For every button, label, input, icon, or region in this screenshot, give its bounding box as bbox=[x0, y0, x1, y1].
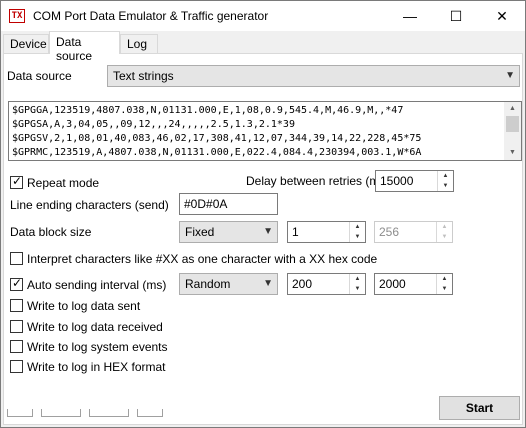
close-button[interactable]: ✕ bbox=[479, 1, 525, 31]
spin-down-icon: ▼ bbox=[441, 234, 448, 240]
auto-send-mode-select[interactable]: Random ▼ bbox=[179, 273, 278, 295]
spin-down-icon[interactable]: ▼ bbox=[437, 284, 452, 294]
spin-down-icon[interactable]: ▼ bbox=[438, 181, 453, 191]
data-source-label: Data source bbox=[7, 69, 72, 83]
block-size-label: Data block size bbox=[10, 225, 92, 239]
log-data-received-checkbox[interactable] bbox=[10, 320, 23, 333]
spin-down-icon[interactable]: ▼ bbox=[350, 284, 365, 294]
text-strings-memo[interactable]: $GPGGA,123519,4807.038,N,01131.000,E,1,0… bbox=[8, 101, 522, 161]
interpret-chars-label: Interpret characters like #XX as one cha… bbox=[27, 252, 378, 266]
log-hex-format-label: Write to log in HEX format bbox=[27, 360, 166, 374]
scroll-down-icon[interactable]: ▼ bbox=[504, 146, 521, 160]
spin-up-icon: ▲ bbox=[441, 224, 448, 230]
block-size-max-stepper: ▲ ▼ bbox=[436, 222, 452, 242]
block-size-input[interactable]: 1 ▲ ▼ bbox=[287, 221, 366, 243]
spin-up-icon[interactable]: ▲ bbox=[438, 171, 453, 181]
interpret-chars-checkbox[interactable] bbox=[10, 252, 23, 265]
text-line: $GPGSV,2,1,08,01,40,083,46,02,17,308,41,… bbox=[12, 133, 422, 144]
line-ending-label: Line ending characters (send) bbox=[10, 198, 169, 212]
line-ending-value: #0D#0A bbox=[184, 197, 228, 211]
status-segment bbox=[7, 409, 33, 417]
chevron-down-icon: ▼ bbox=[505, 70, 515, 81]
app-icon: TX bbox=[9, 9, 25, 23]
start-button[interactable]: Start bbox=[439, 396, 520, 420]
spin-down-icon[interactable]: ▼ bbox=[350, 232, 365, 242]
auto-send-min-value: 200 bbox=[292, 277, 313, 291]
auto-send-checkbox[interactable]: ✓ bbox=[10, 276, 23, 291]
title-bar: TX COM Port Data Emulator & Traffic gene… bbox=[1, 1, 525, 31]
repeat-mode-label: Repeat mode bbox=[27, 176, 100, 190]
block-size-max-value: 256 bbox=[379, 225, 400, 239]
auto-send-max-value: 2000 bbox=[379, 277, 406, 291]
status-segment bbox=[137, 409, 163, 417]
data-source-value: Text strings bbox=[113, 69, 174, 83]
check-icon: ✓ bbox=[12, 276, 23, 290]
log-hex-format-checkbox[interactable] bbox=[10, 360, 23, 373]
spin-up-icon[interactable]: ▲ bbox=[350, 274, 365, 284]
tab-log[interactable]: Log bbox=[120, 34, 158, 53]
chevron-down-icon: ▼ bbox=[263, 226, 273, 237]
status-segment bbox=[89, 409, 129, 417]
block-size-stepper[interactable]: ▲ ▼ bbox=[349, 222, 365, 242]
log-system-events-label: Write to log system events bbox=[27, 340, 168, 354]
spin-up-icon[interactable]: ▲ bbox=[437, 274, 452, 284]
memo-scrollbar[interactable]: ▲ ▼ bbox=[504, 102, 521, 160]
tab-strip: Device Data source Log bbox=[1, 31, 525, 63]
check-icon: ✓ bbox=[12, 174, 23, 188]
delay-stepper[interactable]: ▲ ▼ bbox=[437, 171, 453, 191]
delay-label: Delay between retries (ms) bbox=[246, 174, 390, 188]
delay-input[interactable]: 15000 ▲ ▼ bbox=[375, 170, 454, 192]
log-data-sent-checkbox[interactable] bbox=[10, 299, 23, 312]
line-ending-input[interactable]: #0D#0A bbox=[179, 193, 278, 215]
log-system-events-checkbox[interactable] bbox=[10, 340, 23, 353]
maximize-button[interactable]: ☐ bbox=[433, 1, 479, 31]
minimize-button[interactable]: — bbox=[387, 1, 433, 31]
chevron-down-icon: ▼ bbox=[263, 278, 273, 289]
text-line: $GPRMC,123519,A,4807.038,N,01131.000,E,0… bbox=[12, 147, 422, 158]
delay-value: 15000 bbox=[380, 174, 414, 188]
auto-send-min-input[interactable]: 200 ▲ ▼ bbox=[287, 273, 366, 295]
text-line: $GPGSA,A,3,04,05,,09,12,,,24,,,,,2.5,1.3… bbox=[12, 119, 295, 130]
auto-send-mode-value: Random bbox=[185, 277, 231, 291]
status-segment bbox=[41, 409, 81, 417]
tab-data-source[interactable]: Data source bbox=[49, 31, 120, 63]
block-size-mode-select[interactable]: Fixed ▼ bbox=[179, 221, 278, 243]
scroll-thumb[interactable] bbox=[506, 116, 519, 132]
app-window: TX COM Port Data Emulator & Traffic gene… bbox=[0, 0, 526, 428]
repeat-mode-checkbox[interactable]: ✓ bbox=[10, 174, 23, 189]
auto-send-max-input[interactable]: 2000 ▲ ▼ bbox=[374, 273, 453, 295]
data-source-select[interactable]: Text strings ▼ bbox=[107, 65, 520, 87]
text-line: $GPGGA,123519,4807.038,N,01131.000,E,1,0… bbox=[12, 105, 404, 116]
scroll-up-icon[interactable]: ▲ bbox=[504, 102, 521, 116]
data-source-panel: Data source Text strings ▼ $GPGGA,123519… bbox=[3, 53, 523, 425]
spin-up-icon[interactable]: ▲ bbox=[350, 222, 365, 232]
block-size-mode-value: Fixed bbox=[185, 225, 215, 239]
block-size-value: 1 bbox=[292, 225, 299, 239]
tab-device[interactable]: Device bbox=[3, 34, 49, 53]
auto-send-max-stepper[interactable]: ▲ ▼ bbox=[436, 274, 452, 294]
auto-send-label: Auto sending interval (ms) bbox=[27, 278, 167, 292]
log-data-received-label: Write to log data received bbox=[27, 320, 163, 334]
window-title: COM Port Data Emulator & Traffic generat… bbox=[33, 9, 269, 23]
block-size-max-input: 256 ▲ ▼ bbox=[374, 221, 453, 243]
log-data-sent-label: Write to log data sent bbox=[27, 299, 141, 313]
auto-send-min-stepper[interactable]: ▲ ▼ bbox=[349, 274, 365, 294]
